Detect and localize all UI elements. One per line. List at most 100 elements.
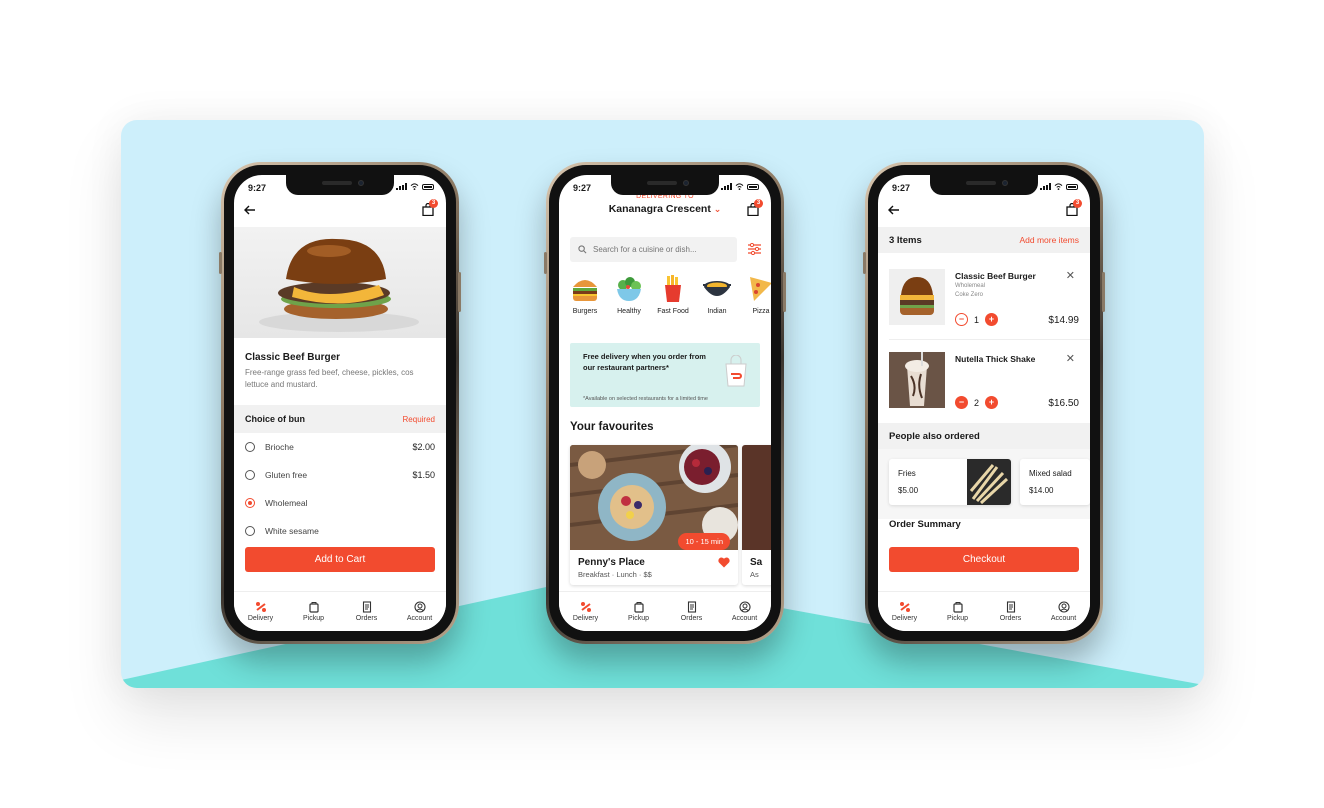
tab-orders[interactable]: Orders: [343, 601, 391, 622]
status-time: 9:27: [892, 183, 911, 193]
item-thumbnail: [889, 352, 945, 408]
tab-label: Pickup: [627, 615, 649, 622]
tab-account[interactable]: Account: [1040, 601, 1088, 622]
option-price: $1.50: [412, 470, 435, 480]
suggestion-card[interactable]: Fries $5.00: [889, 459, 1011, 505]
back-button[interactable]: [244, 205, 256, 215]
filter-sliders-icon: [748, 243, 761, 255]
cart-button[interactable]: 3: [422, 199, 438, 216]
cart-item: Nutella Thick Shake ✕ − 2 + $16.50: [889, 340, 1079, 422]
add-more-items-link[interactable]: Add more items: [1019, 235, 1079, 245]
tab-delivery[interactable]: Delivery: [881, 601, 929, 622]
category-burgers[interactable]: Burgers: [567, 275, 603, 331]
delivery-icon: [255, 602, 266, 612]
tab-label: Delivery: [572, 615, 599, 622]
promo-note: *Available on selected restaurants for a…: [583, 396, 708, 402]
category-label: Pizza: [752, 308, 770, 315]
restaurant-card[interactable]: Sa As: [742, 445, 771, 585]
category-pizza[interactable]: Pizza: [743, 275, 771, 331]
pizza-icon: [750, 277, 771, 301]
option-label: Wholemeal: [265, 498, 308, 508]
tab-pickup[interactable]: Pickup: [290, 601, 338, 622]
bun-option-brioche[interactable]: Brioche $2.00: [245, 433, 435, 461]
curry-pot-icon: [703, 281, 731, 296]
category-healthy[interactable]: Healthy: [611, 275, 647, 331]
tab-label: Pickup: [946, 615, 968, 622]
restaurant-photo: 10 - 15 min: [570, 445, 738, 550]
item-thumbnail: [889, 269, 945, 325]
radio-button[interactable]: [245, 442, 255, 452]
product-info: Classic Beef Burger Free-range grass fed…: [234, 338, 446, 405]
signal-icon: [1040, 183, 1051, 190]
tab-pickup[interactable]: Pickup: [615, 601, 663, 622]
bun-option-wholemeal[interactable]: Wholemeal: [245, 489, 435, 517]
tab-label: Account: [1050, 615, 1077, 622]
back-button[interactable]: [888, 205, 900, 215]
category-fast-food[interactable]: Fast Food: [655, 275, 691, 331]
option-label: Brioche: [265, 442, 294, 452]
cart-button[interactable]: 3: [1066, 199, 1082, 216]
delivery-address[interactable]: Kananagra Crescent ⌄: [559, 203, 771, 215]
bun-option-white-sesame[interactable]: White sesame: [245, 517, 435, 545]
restaurant-card[interactable]: 10 - 15 min Penny's Place Breakfast · Lu…: [570, 445, 738, 585]
tab-label: Delivery: [891, 615, 918, 622]
suggestion-price: $5.00: [898, 486, 919, 495]
item-quantity: 2: [974, 397, 980, 408]
search-bar[interactable]: [570, 237, 737, 262]
pickup-bag-icon: [308, 602, 319, 613]
checkout-button[interactable]: Checkout: [889, 547, 1079, 572]
delivery-bag-icon: [725, 355, 747, 387]
tab-delivery[interactable]: Delivery: [562, 601, 610, 622]
notch: [611, 175, 719, 195]
signal-icon: [396, 183, 407, 190]
notch: [930, 175, 1038, 195]
tab-bar: Delivery Pickup Orders Account: [234, 591, 446, 631]
status-time: 9:27: [573, 183, 592, 193]
search-icon: [578, 245, 587, 254]
filter-button[interactable]: [748, 243, 761, 255]
item-modifier: Coke Zero: [955, 292, 984, 298]
tab-account[interactable]: Account: [721, 601, 769, 622]
add-to-cart-button[interactable]: Add to Cart: [245, 547, 435, 572]
favourites-title: Your favourites: [570, 421, 654, 433]
fries-photo: [967, 459, 1011, 505]
radio-button[interactable]: [245, 526, 255, 536]
tab-delivery[interactable]: Delivery: [237, 601, 285, 622]
showcase-background: 9:27 3 Classic Beef Burger Free-range gr…: [121, 120, 1204, 688]
chevron-down-icon: ⌄: [713, 204, 722, 214]
tab-label: Orders: [999, 615, 1022, 622]
item-name: Classic Beef Burger: [955, 271, 1036, 281]
tab-label: Orders: [355, 615, 378, 622]
suggestion-card[interactable]: Mixed salad $14.00: [1020, 459, 1090, 505]
tab-orders[interactable]: Orders: [987, 601, 1035, 622]
heart-icon[interactable]: [718, 557, 730, 568]
category-indian[interactable]: Indian: [699, 275, 735, 331]
increase-quantity-button[interactable]: +: [985, 313, 999, 326]
remove-item-close-icon[interactable]: ✕: [1066, 352, 1075, 365]
radio-button[interactable]: [245, 470, 255, 480]
increase-quantity-button[interactable]: +: [985, 396, 999, 409]
remove-item-close-icon[interactable]: ✕: [1066, 269, 1075, 282]
cart-button[interactable]: 3: [747, 199, 763, 216]
free-delivery-banner[interactable]: Free delivery when you order from our re…: [570, 343, 760, 407]
receipt-icon: [362, 601, 371, 613]
suggestions-carousel: Fries $5.00 Mixed salad $14.00: [878, 449, 1090, 519]
cart-count-badge: 3: [429, 199, 438, 208]
eta-badge: 10 - 15 min: [678, 533, 730, 550]
restaurant-name: Penny's Place: [578, 557, 645, 568]
bun-option-gluten-free[interactable]: Gluten free $1.50: [245, 461, 435, 489]
cart-screen: 9:27 3 3 Items Add more items Classic Be…: [878, 175, 1090, 631]
cart-header: 3 Items Add more items: [878, 227, 1090, 253]
option-label: Gluten free: [265, 470, 308, 480]
radio-button-selected[interactable]: [245, 498, 255, 508]
signal-icon: [721, 183, 732, 190]
decrease-quantity-button[interactable]: −: [955, 396, 968, 409]
search-input[interactable]: [593, 245, 723, 254]
tab-pickup[interactable]: Pickup: [934, 601, 982, 622]
tab-account[interactable]: Account: [396, 601, 444, 622]
cart-count-badge: 3: [1073, 199, 1082, 208]
address-text: Kananagra Crescent: [608, 203, 711, 215]
item-quantity: 1: [974, 314, 980, 325]
decrease-quantity-button[interactable]: −: [955, 313, 968, 326]
tab-orders[interactable]: Orders: [668, 601, 716, 622]
